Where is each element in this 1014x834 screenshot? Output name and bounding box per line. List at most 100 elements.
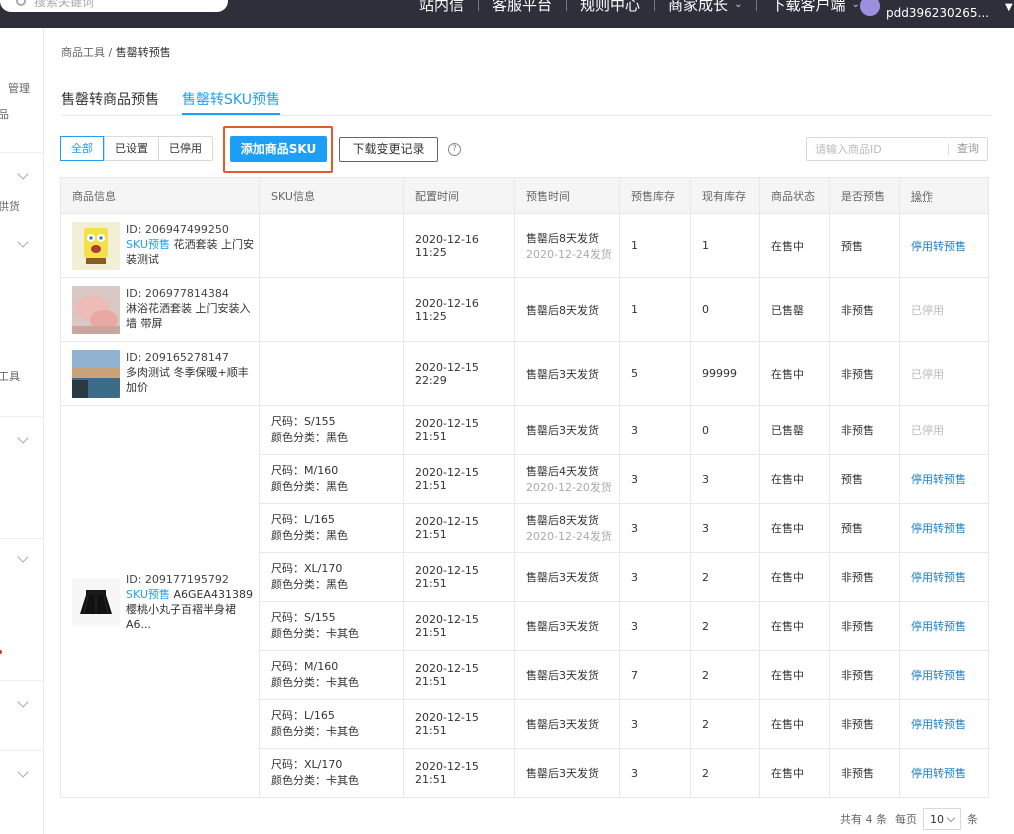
is-presale: 非预售 bbox=[829, 748, 900, 798]
nav-customer-service[interactable]: 客服平台 bbox=[478, 0, 566, 15]
sku-cell: 尺码：S/155 颜色分类：卡其色 bbox=[259, 601, 404, 651]
current-stock: 99999 bbox=[690, 341, 760, 406]
product-status: 在售中 bbox=[759, 552, 830, 602]
disable-presale-link[interactable]: 停用转预售 bbox=[911, 767, 966, 780]
sku-cell bbox=[259, 341, 404, 406]
avatar bbox=[860, 0, 880, 16]
current-stock: 1 bbox=[690, 213, 760, 278]
sku-cell: 尺码：XL/170 颜色分类：黑色 bbox=[259, 552, 404, 602]
config-time: 2020-12-15 21:51 bbox=[403, 503, 515, 553]
product-thumbnail[interactable] bbox=[72, 285, 120, 334]
filter-set[interactable]: 已设置 bbox=[104, 137, 158, 160]
col-presale-time: 预售时间 bbox=[514, 177, 620, 214]
per-page-select[interactable]: 10 bbox=[923, 808, 961, 830]
presale-time: 售罄后3天发货 bbox=[514, 650, 620, 700]
nav-download-client[interactable]: 下载客户端 ⌄ bbox=[756, 0, 873, 15]
disable-presale-link[interactable]: 停用转预售 bbox=[911, 718, 966, 731]
user-menu[interactable]: pdd396230265... ▼ bbox=[860, 0, 1013, 20]
download-log-button[interactable]: 下载变更记录 bbox=[339, 137, 438, 162]
presale-stock: 3 bbox=[619, 454, 691, 504]
add-sku-button[interactable]: 添加商品SKU bbox=[230, 136, 327, 162]
nav-messages[interactable]: 站内信 bbox=[405, 0, 478, 15]
product-id-input[interactable] bbox=[807, 142, 948, 156]
chevron-down-icon[interactable] bbox=[17, 551, 29, 563]
disabled-label: 已停用 bbox=[911, 303, 944, 317]
disable-presale-link[interactable]: 停用转预售 bbox=[911, 473, 966, 486]
sidebar-label-goods[interactable]: 品 bbox=[0, 106, 9, 122]
col-config-time: 配置时间 bbox=[403, 177, 515, 214]
filter-disabled[interactable]: 已停用 bbox=[158, 137, 212, 160]
col-is-presale: 是否预售 bbox=[829, 177, 900, 214]
sku-cell bbox=[259, 277, 404, 342]
sku-cell: 尺码：L/165 颜色分类：黑色 bbox=[259, 503, 404, 553]
chevron-down-icon[interactable] bbox=[17, 766, 29, 778]
help-icon[interactable]: ? bbox=[448, 143, 461, 156]
product-cell: ID: 209177195792 SKU预售 A6GEA431389樱桃小丸子百… bbox=[60, 405, 260, 798]
action-cell: 停用转预售 bbox=[899, 748, 989, 798]
product-cell: ID: 206977814384 淋浴花洒套装 上门安装入墙 带屏 bbox=[60, 277, 260, 342]
current-stock: 2 bbox=[690, 699, 760, 749]
product-cell: ID: 206947499250 SKU预售 花洒套装 上门安装测试 bbox=[60, 213, 260, 278]
product-thumbnail[interactable] bbox=[72, 221, 120, 270]
nav-growth[interactable]: 商家成长 ⌄ bbox=[654, 0, 756, 15]
chevron-down-icon[interactable] bbox=[17, 696, 29, 708]
sidebar-label-supply[interactable]: 供货 bbox=[0, 198, 20, 214]
table-row: ID: 209177195792 SKU预售 A6GEA431389樱桃小丸子百… bbox=[60, 405, 989, 798]
total-count: 共有 4 条 bbox=[840, 813, 887, 826]
disabled-label: 已停用 bbox=[911, 367, 944, 381]
notification-dot bbox=[0, 650, 2, 654]
product-status: 在售中 bbox=[759, 650, 830, 700]
config-time: 2020-12-15 21:51 bbox=[403, 650, 515, 700]
presale-time: 售罄后8天发货 bbox=[514, 277, 620, 342]
tab-sku-presale[interactable]: 售罄转SKU预售 bbox=[182, 89, 280, 115]
product-name[interactable]: 多肉测试 冬季保暖+顺丰加价 bbox=[126, 365, 259, 395]
config-time: 2020-12-15 21:51 bbox=[403, 748, 515, 798]
product-thumbnail[interactable] bbox=[72, 349, 120, 398]
global-search[interactable]: 搜索关键词 bbox=[0, 0, 228, 12]
presale-stock: 1 bbox=[619, 213, 691, 278]
product-cell: ID: 209165278147 多肉测试 冬季保暖+顺丰加价 bbox=[60, 341, 260, 406]
sidebar-label-tools[interactable]: 工具 bbox=[0, 368, 20, 384]
product-status: 在售中 bbox=[759, 454, 830, 504]
product-id: ID: 206947499250 bbox=[126, 222, 229, 236]
breadcrumb-parent[interactable]: 商品工具 bbox=[61, 46, 105, 59]
config-time: 2020-12-15 21:51 bbox=[403, 454, 515, 504]
per-page-unit: 条 bbox=[967, 813, 978, 826]
presale-time: 售罄后3天发货 bbox=[514, 601, 620, 651]
presale-time: 售罄后3天发货 bbox=[514, 405, 620, 455]
sku-cell: 尺码：XL/170 颜色分类：卡其色 bbox=[259, 748, 404, 798]
filter-all[interactable]: 全部 bbox=[60, 136, 104, 161]
chevron-down-icon[interactable] bbox=[17, 168, 29, 180]
product-status: 已售罄 bbox=[759, 405, 830, 455]
product-status: 在售中 bbox=[759, 748, 830, 798]
disable-presale-link[interactable]: 停用转预售 bbox=[911, 620, 966, 633]
table-row: ID: 209165278147 多肉测试 冬季保暖+顺丰加价 2020-12-… bbox=[60, 341, 989, 406]
product-thumbnail[interactable] bbox=[72, 577, 120, 626]
tabs: 售罄转商品预售 售罄转SKU预售 bbox=[61, 89, 991, 116]
username: pdd396230265... bbox=[886, 6, 990, 20]
search-icon bbox=[16, 0, 26, 6]
nav-rules[interactable]: 规则中心 bbox=[566, 0, 654, 15]
sidebar-label-manage[interactable]: 管理 bbox=[8, 80, 30, 96]
presale-time: 售罄后8天发货 2020-12-24发货 bbox=[514, 213, 620, 278]
disable-presale-link[interactable]: 停用转预售 bbox=[911, 522, 966, 535]
breadcrumb: 商品工具 / 售罄转预售 bbox=[61, 46, 171, 59]
is-presale: 非预售 bbox=[829, 405, 900, 455]
chevron-down-icon[interactable] bbox=[17, 236, 29, 248]
query-button[interactable]: 查询 bbox=[948, 143, 987, 155]
product-status: 已售罄 bbox=[759, 277, 830, 342]
col-product: 商品信息 bbox=[60, 177, 260, 214]
action-cell: 停用转预售 bbox=[899, 650, 989, 700]
chevron-down-icon[interactable] bbox=[17, 432, 29, 444]
disable-presale-link[interactable]: 停用转预售 bbox=[911, 240, 966, 253]
disable-presale-link[interactable]: 停用转预售 bbox=[911, 669, 966, 682]
current-stock: 3 bbox=[690, 503, 760, 553]
presale-time: 售罄后3天发货 bbox=[514, 699, 620, 749]
product-name[interactable]: 淋浴花洒套装 上门安装入墙 带屏 bbox=[126, 301, 259, 331]
current-stock: 2 bbox=[690, 552, 760, 602]
tab-product-presale[interactable]: 售罄转商品预售 bbox=[61, 89, 159, 115]
disable-presale-link[interactable]: 停用转预售 bbox=[911, 571, 966, 584]
current-stock: 2 bbox=[690, 601, 760, 651]
presale-time: 售罄后4天发货 2020-12-20发货 bbox=[514, 454, 620, 504]
sku-presale-tag: SKU预售 bbox=[126, 237, 170, 251]
